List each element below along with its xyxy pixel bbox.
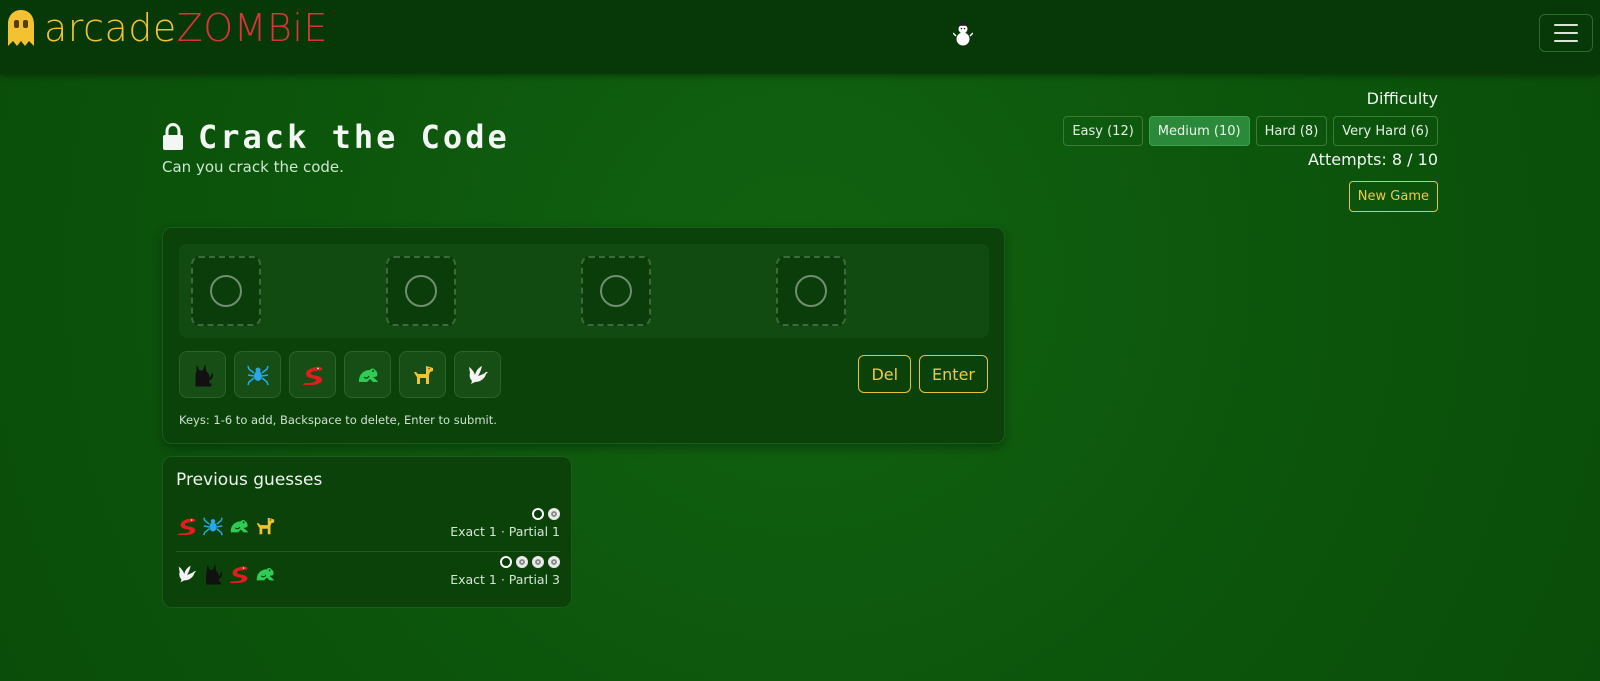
keyboard-hint: Keys: 1-6 to add, Backspace to delete, E…: [179, 413, 497, 427]
code-slot-4[interactable]: [776, 256, 846, 326]
guess-symbols: [176, 563, 276, 585]
guess-score: Exact 1 · Partial 1: [450, 524, 560, 539]
snake-icon: [302, 366, 322, 385]
guess-score: Exact 1 · Partial 3: [450, 572, 560, 587]
cat-icon: [206, 564, 223, 585]
hamburger-icon: [1554, 40, 1578, 42]
partial-peg: [532, 556, 544, 568]
symbol-palette: [179, 351, 501, 398]
game-board: Del Enter Keys: 1-6 to add, Backspace to…: [162, 227, 1005, 444]
guess-row: Exact 1 · Partial 1: [176, 508, 560, 552]
empty-slot-icon: [405, 275, 437, 307]
feedback-pegs: [532, 508, 560, 520]
difficulty-medium-button[interactable]: Medium (10): [1148, 116, 1250, 146]
enter-button[interactable]: Enter: [919, 355, 988, 393]
symbol-dove-button[interactable]: [454, 351, 501, 398]
frog-icon: [230, 520, 249, 533]
code-slot-1[interactable]: [191, 256, 261, 326]
partial-peg: [516, 556, 528, 568]
spider-icon: [246, 365, 269, 385]
new-game-button[interactable]: New Game: [1348, 181, 1438, 212]
hamburger-icon: [1554, 24, 1578, 26]
dove-icon: [178, 565, 197, 583]
code-slot-2[interactable]: [386, 256, 456, 326]
hamburger-icon: [1554, 32, 1578, 34]
symbol-dog-button[interactable]: [399, 351, 446, 398]
action-buttons: Del Enter: [858, 355, 988, 393]
dove-icon: [468, 365, 488, 384]
exact-peg: [532, 508, 544, 520]
exact-peg: [500, 556, 512, 568]
code-slots: [179, 244, 989, 338]
difficulty-group: Easy (12) Medium (10) Hard (8) Very Hard…: [1063, 116, 1438, 146]
symbol-snake-button[interactable]: [289, 351, 336, 398]
cat-icon: [195, 363, 213, 386]
difficulty-label: Difficulty: [1366, 89, 1438, 108]
delete-button[interactable]: Del: [858, 355, 912, 393]
menu-toggle-button[interactable]: [1539, 14, 1593, 52]
snake-icon: [229, 566, 248, 584]
previous-guesses-title: Previous guesses: [176, 470, 323, 490]
symbol-cat-button[interactable]: [179, 351, 226, 398]
page-subtitle: Can you crack the code.: [162, 158, 344, 176]
title-row: Crack the Code: [162, 118, 510, 156]
code-slot-3[interactable]: [581, 256, 651, 326]
lock-icon: [163, 123, 183, 150]
brand-logo[interactable]: arcadeZOMBiE: [6, 8, 328, 48]
empty-slot-icon: [600, 275, 632, 307]
brand-zombie: ZOMBiE: [176, 6, 328, 50]
symbol-spider-button[interactable]: [234, 351, 281, 398]
spider-icon: [203, 517, 223, 536]
empty-slot-icon: [210, 275, 242, 307]
difficulty-hard-button[interactable]: Hard (8): [1255, 116, 1328, 146]
feedback-pegs: [500, 556, 560, 568]
symbol-frog-button[interactable]: [344, 351, 391, 398]
page-title: Crack the Code: [198, 118, 510, 156]
dog-icon: [256, 517, 275, 535]
brand-arcade: arcade: [44, 6, 177, 50]
dog-icon: [413, 365, 433, 384]
frog-icon: [358, 368, 378, 382]
brand-name: arcadeZOMBiE: [44, 8, 328, 48]
attempts-counter: Attempts: 8 / 10: [1308, 150, 1438, 169]
empty-slot-icon: [795, 275, 827, 307]
snake-icon: [177, 518, 196, 536]
difficulty-very-hard-button[interactable]: Very Hard (6): [1333, 116, 1438, 146]
difficulty-easy-button[interactable]: Easy (12): [1063, 116, 1143, 146]
frog-icon: [256, 568, 275, 581]
snowman-icon[interactable]: [953, 22, 973, 46]
ghost-icon: [8, 10, 34, 46]
partial-peg: [548, 508, 560, 520]
guess-symbols: [176, 515, 276, 537]
partial-peg: [548, 556, 560, 568]
navbar: arcadeZOMBiE: [0, 0, 1600, 74]
previous-guesses-panel: Previous guesses Exact 1 · Partial 1 Exa…: [162, 456, 572, 608]
guess-row: Exact 1 · Partial 3: [176, 556, 560, 600]
